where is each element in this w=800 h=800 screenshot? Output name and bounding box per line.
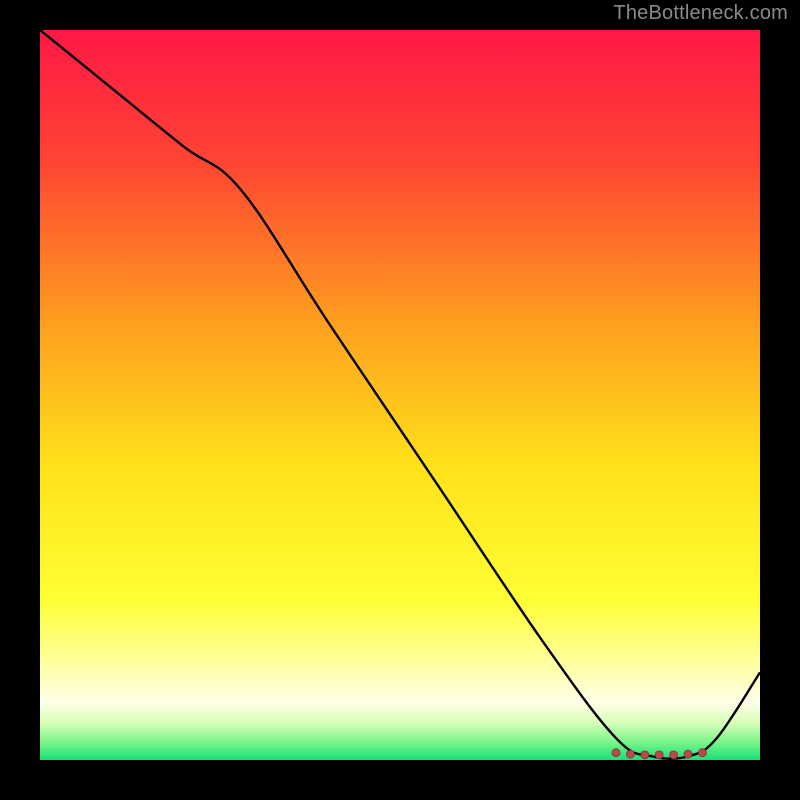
chart-svg xyxy=(40,30,760,760)
chart-container: TheBottleneck.com xyxy=(0,0,800,800)
marker-point xyxy=(670,751,678,759)
marker-point xyxy=(698,749,706,757)
marker-point xyxy=(684,750,692,758)
marker-point xyxy=(612,749,620,757)
marker-point xyxy=(641,751,649,759)
marker-point xyxy=(626,750,634,758)
attribution-text: TheBottleneck.com xyxy=(613,2,788,25)
marker-point xyxy=(655,751,663,759)
plot-area xyxy=(40,30,760,760)
